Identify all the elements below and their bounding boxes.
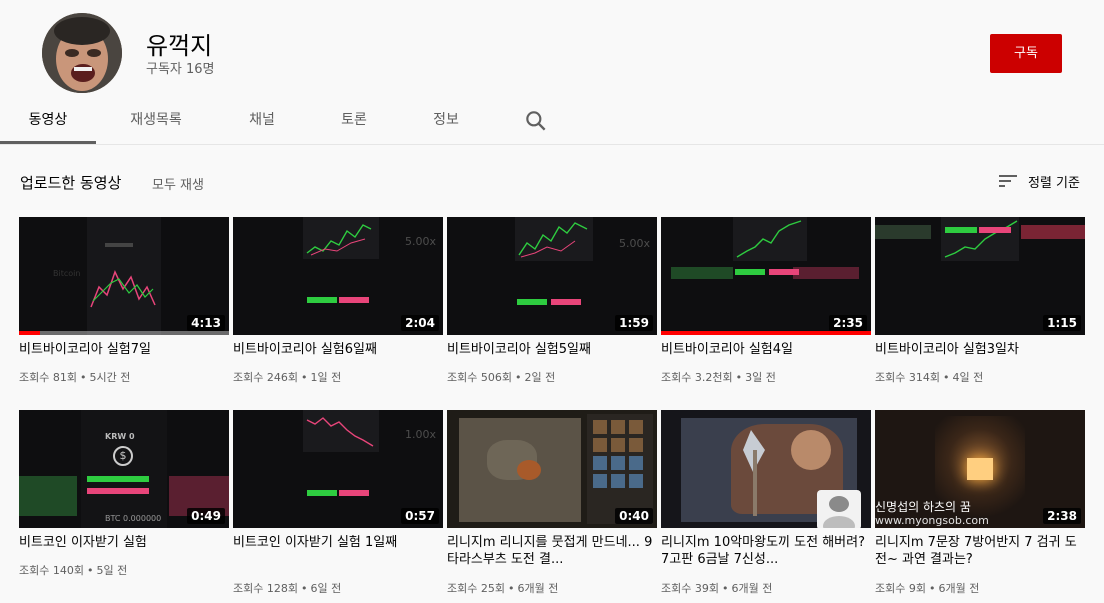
- video-title[interactable]: 비트코인 이자받기 실험: [19, 534, 225, 551]
- video-duration: 4:13: [187, 315, 225, 331]
- video-duration: 2:04: [401, 315, 439, 331]
- tab-channels[interactable]: 채널: [236, 98, 288, 144]
- tab-videos[interactable]: 동영상: [0, 98, 96, 144]
- channel-header: 유꺽지 구독자 16명 구독 동영상 재생목록 채널 토론 정보: [0, 0, 1104, 144]
- video-title[interactable]: 리니지m 7문장 7방어반지 7 검귀 도전~ 과연 결과는?: [875, 534, 1081, 568]
- channel-tabs: 동영상 재생목록 채널 토론 정보: [0, 98, 1104, 144]
- subscribe-button[interactable]: 구독: [990, 34, 1062, 73]
- upload-age: 5일 전: [96, 564, 128, 577]
- video-title[interactable]: 비트바이코리아 실험5일째: [447, 341, 653, 358]
- view-count: 조회수 128회: [233, 582, 298, 595]
- video-meta: 조회수 39회 • 6개월 전: [661, 582, 773, 595]
- video-thumbnail[interactable]: 1:15: [875, 217, 1085, 335]
- upload-age: 2일 전: [524, 371, 556, 384]
- channel-avatar[interactable]: [42, 13, 122, 93]
- watch-progress: [19, 331, 40, 335]
- tab-playlists[interactable]: 재생목록: [120, 98, 192, 144]
- video-meta: 조회수 81회 • 5시간 전: [19, 371, 131, 384]
- video-title[interactable]: 리니지m 리니지를 뭇접게 만드네... 9타라스부츠 도전 결...: [447, 534, 653, 568]
- upload-age: 6일 전: [310, 582, 342, 595]
- upload-age: 6개월 전: [731, 582, 773, 595]
- upload-age: 4일 전: [952, 371, 984, 384]
- video-title[interactable]: 비트바이코리아 실험7일: [19, 341, 225, 358]
- upload-age: 3일 전: [745, 371, 776, 384]
- videos-section: 업로드한 동영상 모두 재생 정렬 기준 Bitcoin 4:13 비트바이코리…: [0, 144, 1104, 603]
- view-count: 조회수 9회: [875, 582, 926, 595]
- video-thumbnail[interactable]: 1.00x 0:57: [233, 410, 443, 528]
- leverage-label: 5.00x: [405, 235, 437, 248]
- video-title[interactable]: 비트바이코리아 실험6일째: [233, 341, 439, 358]
- video-title[interactable]: 비트코인 이자받기 실험 1일째: [233, 534, 439, 551]
- video-thumbnail[interactable]: 신명섭의 하츠의 꿈 www.myongsob.com 2:38: [875, 410, 1085, 528]
- video-meta: 조회수 506회 • 2일 전: [447, 371, 556, 384]
- search-icon[interactable]: [523, 108, 549, 134]
- view-count: 조회수 314회: [875, 371, 940, 384]
- view-count: 조회수 81회: [19, 371, 77, 384]
- section-title: 업로드한 동영상: [20, 174, 122, 192]
- upload-age: 6개월 전: [938, 582, 980, 595]
- view-count: 조회수 506회: [447, 371, 512, 384]
- tab-about[interactable]: 정보: [420, 98, 472, 144]
- overlay-text: 신명섭의 하츠의 꿈: [875, 500, 971, 514]
- channel-name: 유꺽지: [146, 32, 213, 60]
- sort-icon: [998, 172, 1018, 190]
- video-thumbnail[interactable]: 0:40: [447, 410, 657, 528]
- video-duration: 0:49: [187, 508, 225, 524]
- view-count: 조회수 25회: [447, 582, 505, 595]
- overlay-url: www.myongsob.com: [875, 514, 989, 527]
- view-count: 조회수 246회: [233, 371, 298, 384]
- video-meta: 조회수 128회 • 6일 전: [233, 582, 342, 595]
- video-title[interactable]: 리니지m 10악마왕도끼 도전 해버려? 7고판 6금날 7신성...: [661, 534, 867, 568]
- play-all-link[interactable]: 모두 재생: [152, 174, 204, 193]
- video-thumbnail[interactable]: [661, 410, 871, 528]
- video-thumbnail[interactable]: 5.00x 1:59: [447, 217, 657, 335]
- video-meta: 조회수 246회 • 1일 전: [233, 371, 342, 384]
- watch-progress: [661, 331, 871, 335]
- video-title[interactable]: 비트바이코리아 실험4일: [661, 341, 867, 358]
- view-count: 조회수 3.2천회: [661, 371, 733, 384]
- video-duration: 2:38: [1043, 508, 1081, 524]
- video-meta: 조회수 140회 • 5일 전: [19, 564, 128, 577]
- view-count: 조회수 140회: [19, 564, 84, 577]
- video-meta: 조회수 25회 • 6개월 전: [447, 582, 559, 595]
- video-thumbnail[interactable]: 2:35: [661, 217, 871, 335]
- video-thumbnail[interactable]: KRW 0 $ BTC 0.000000 0:49: [19, 410, 229, 528]
- video-meta: 조회수 3.2천회 • 3일 전: [661, 371, 776, 384]
- video-meta: 조회수 9회 • 6개월 전: [875, 582, 980, 595]
- video-title[interactable]: 비트바이코리아 실험3일차: [875, 341, 1081, 358]
- btc-balance: BTC 0.000000: [105, 514, 162, 523]
- leverage-label: 1.00x: [405, 428, 437, 441]
- view-count: 조회수 39회: [661, 582, 719, 595]
- upload-age: 1일 전: [310, 371, 342, 384]
- balance-label: KRW 0: [105, 432, 135, 441]
- leverage-label: 5.00x: [619, 237, 651, 250]
- subscriber-count: 구독자 16명: [146, 62, 215, 77]
- video-duration: 1:59: [615, 315, 653, 331]
- video-thumbnail[interactable]: 5.00x 2:04: [233, 217, 443, 335]
- upload-age: 5시간 전: [89, 371, 131, 384]
- sort-label: 정렬 기준: [1028, 176, 1080, 191]
- dollar-icon: $: [113, 446, 133, 466]
- video-thumbnail[interactable]: Bitcoin 4:13: [19, 217, 229, 335]
- channel-watermark: [817, 490, 861, 528]
- upload-age: 6개월 전: [517, 582, 559, 595]
- video-meta: 조회수 314회 • 4일 전: [875, 371, 984, 384]
- tab-discussion[interactable]: 토론: [328, 98, 380, 144]
- video-duration: 0:57: [401, 508, 439, 524]
- progress-track: [19, 331, 229, 335]
- video-duration: 2:35: [829, 315, 867, 331]
- video-duration: 0:40: [615, 508, 653, 524]
- video-duration: 1:15: [1043, 315, 1081, 331]
